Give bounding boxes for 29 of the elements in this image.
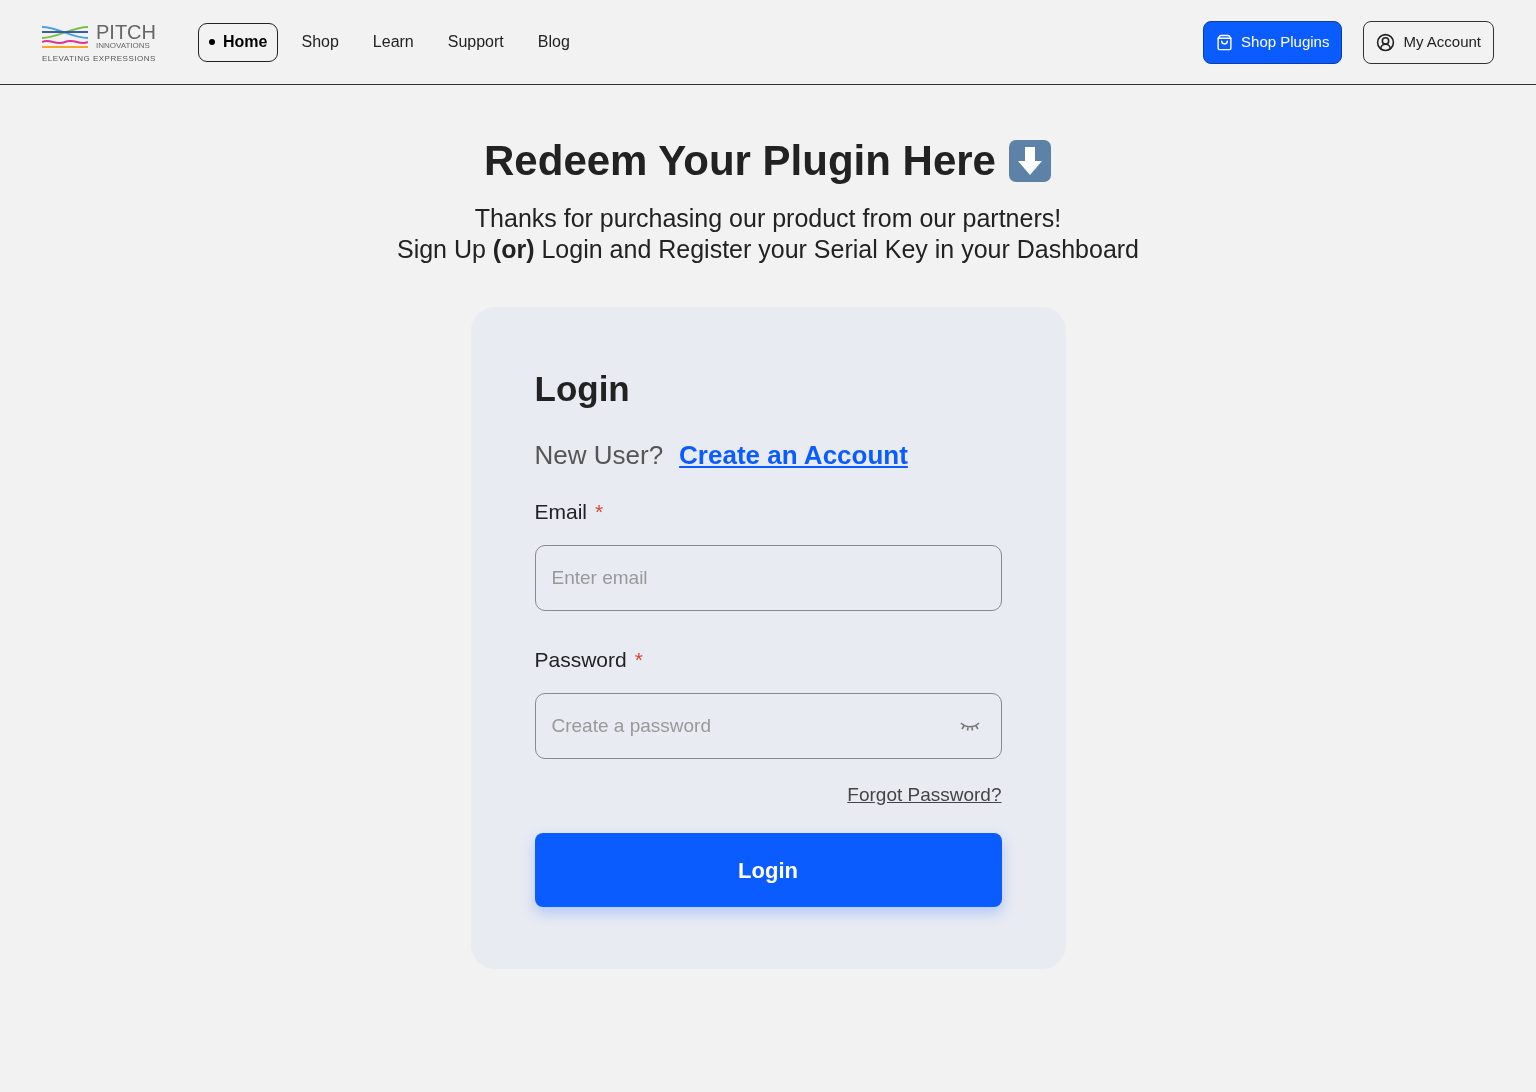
- email-field[interactable]: Enter email: [534, 545, 1002, 611]
- nav-link[interactable]: Home: [198, 22, 279, 62]
- page-title: Redeem Your Plugin Here: [484, 136, 996, 186]
- account-button[interactable]: My Account: [1363, 20, 1494, 64]
- nav-link[interactable]: Shop: [290, 22, 350, 62]
- required-mark: *: [595, 499, 604, 525]
- new-user-text: New User?: [534, 439, 664, 471]
- field-label: Password: [534, 647, 627, 673]
- logo-subtitle: INNOVATIONS: [96, 41, 151, 50]
- login-title: Login: [534, 368, 631, 410]
- shop-button[interactable]: Shop Plugins: [1203, 20, 1343, 64]
- logo-tagline: ELEVATING EXPRESSIONS: [42, 53, 156, 63]
- forgot-password-link[interactable]: Forgot Password?: [847, 783, 1002, 807]
- user-icon: [1376, 32, 1396, 52]
- login-button[interactable]: Login: [534, 833, 1002, 907]
- field-label: Email: [534, 499, 587, 525]
- password-field[interactable]: Create a password: [534, 693, 1002, 759]
- intro-text: Sign Up (or) Login and Register your Serial Key in your Dashboard: [396, 234, 1140, 265]
- required-mark: *: [634, 647, 643, 673]
- intro-text: Thanks for purchasing our product from our partners!: [474, 203, 1062, 234]
- bullet-icon: [209, 39, 215, 45]
- nav-link[interactable]: Support: [436, 22, 515, 62]
- nav-link[interactable]: Learn: [361, 22, 425, 62]
- create-account-link[interactable]: Create an Account: [679, 439, 908, 471]
- nav-link[interactable]: Blog: [526, 22, 581, 62]
- logo-icon: [42, 23, 88, 48]
- shopping-bag-icon: [1216, 33, 1234, 51]
- eye-closed-icon[interactable]: [959, 721, 980, 731]
- logo-name: PITCH: [96, 21, 156, 42]
